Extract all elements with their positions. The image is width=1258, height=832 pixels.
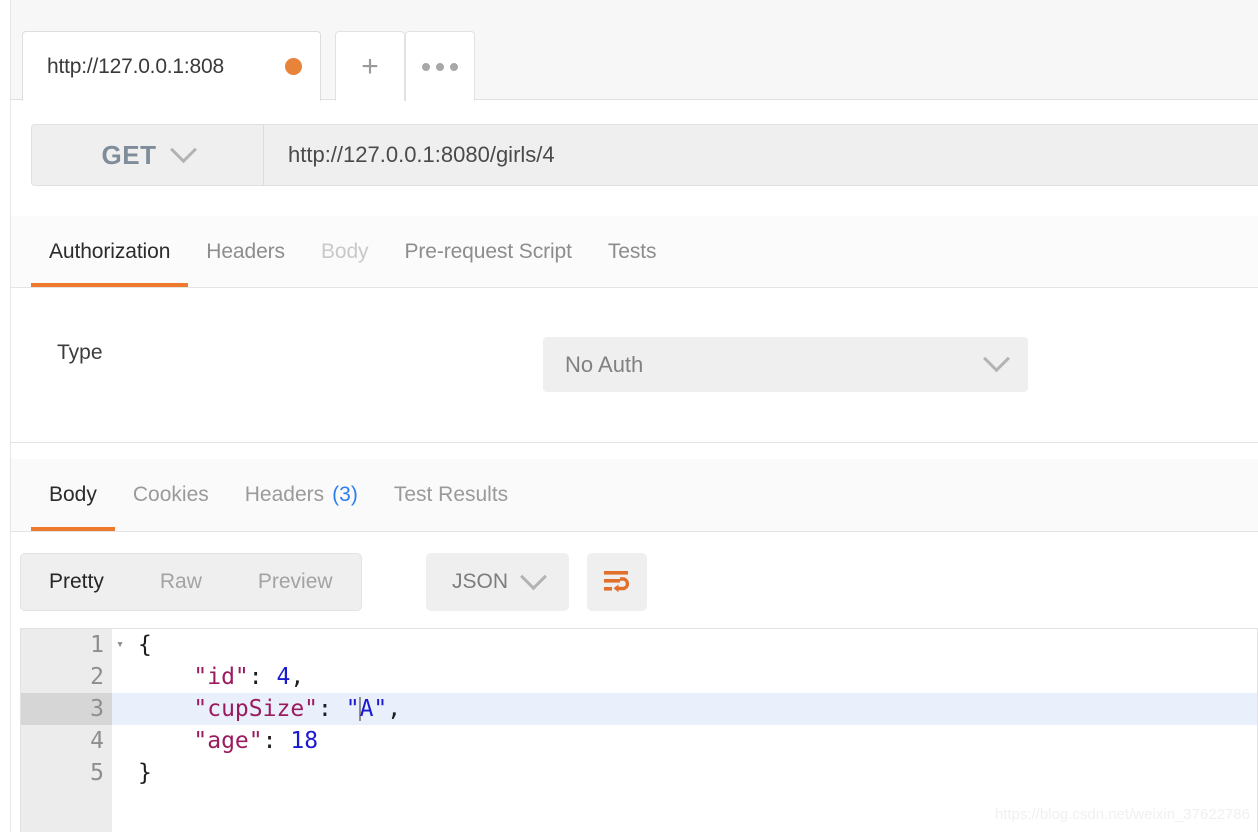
view-mode-pretty-label: Pretty bbox=[49, 570, 104, 593]
code-line: 4 "age": 18 bbox=[21, 725, 1257, 757]
tab-tests[interactable]: Tests bbox=[590, 216, 675, 287]
response-view-mode-group: Pretty Raw Preview bbox=[20, 553, 362, 611]
tab-body[interactable]: Body bbox=[303, 216, 386, 287]
unsaved-changes-dot bbox=[285, 58, 302, 75]
tab-tests-label: Tests bbox=[607, 239, 657, 263]
fold-toggle-icon[interactable]: ▾ bbox=[112, 629, 128, 661]
code-line: 5} bbox=[21, 757, 1257, 789]
plus-icon: + bbox=[361, 49, 379, 83]
line-number: 3 bbox=[21, 693, 112, 725]
response-tab-body[interactable]: Body bbox=[31, 459, 115, 531]
response-format-select[interactable]: JSON bbox=[426, 553, 569, 611]
response-section-tabs: Body Cookies Headers (3) Test Results bbox=[11, 459, 1258, 532]
chevron-down-icon bbox=[983, 345, 1010, 373]
response-body-viewer[interactable]: 1 ▾{2 "id": 4, 3 "cupSize": "A", 4 "age": 1… bbox=[20, 628, 1258, 832]
code-line-text: } bbox=[138, 760, 152, 786]
response-tab-cookies[interactable]: Cookies bbox=[115, 459, 227, 531]
response-toolbar: Pretty Raw Preview JSON bbox=[11, 532, 1258, 628]
response-tab-test-results[interactable]: Test Results bbox=[376, 459, 526, 531]
auth-type-select[interactable]: No Auth bbox=[543, 337, 1028, 392]
response-tab-headers-label: Headers bbox=[244, 483, 325, 506]
tab-authorization-label: Authorization bbox=[49, 239, 171, 263]
view-mode-preview[interactable]: Preview bbox=[230, 554, 361, 610]
request-section-tabs: Authorization Headers Body Pre-request S… bbox=[11, 216, 1258, 288]
response-body-code: 1 ▾{2 "id": 4, 3 "cupSize": "A", 4 "age": 1… bbox=[21, 629, 1257, 789]
sidebar-edge-strip bbox=[0, 0, 11, 832]
response-tab-body-label: Body bbox=[49, 483, 97, 506]
url-input[interactable]: http://127.0.0.1:8080/girls/4 bbox=[264, 125, 1258, 185]
code-line: 2 "id": 4, bbox=[21, 661, 1257, 693]
word-wrap-toggle[interactable] bbox=[587, 553, 647, 611]
view-mode-raw-label: Raw bbox=[159, 570, 202, 593]
response-format-value: JSON bbox=[451, 570, 508, 593]
chevron-down-icon bbox=[520, 562, 547, 590]
request-tab-label: http://127.0.0.1:808 bbox=[47, 54, 224, 78]
new-tab-button[interactable]: + bbox=[335, 31, 405, 101]
view-mode-pretty[interactable]: Pretty bbox=[21, 554, 132, 610]
view-mode-raw[interactable]: Raw bbox=[132, 554, 230, 610]
code-line: 1 ▾ { bbox=[21, 629, 1257, 661]
tab-pre-request-script-label: Pre-request Script bbox=[404, 239, 572, 263]
line-number: 1 bbox=[21, 629, 112, 661]
tab-options-button[interactable] bbox=[405, 31, 475, 101]
code-line-text: "age": 18 bbox=[193, 728, 319, 754]
response-tab-headers[interactable]: Headers (3) bbox=[227, 459, 376, 531]
code-line-text: "cupSize": "A", bbox=[193, 696, 402, 722]
authorization-panel: Type No Auth bbox=[11, 289, 1258, 443]
view-mode-preview-label: Preview bbox=[257, 570, 333, 593]
response-headers-count: (3) bbox=[332, 483, 358, 506]
request-tab-active[interactable]: http://127.0.0.1:808 bbox=[22, 31, 321, 101]
code-line-text: { bbox=[138, 632, 152, 658]
tab-pre-request-script[interactable]: Pre-request Script bbox=[386, 216, 589, 287]
code-line-text: "id": 4, bbox=[193, 664, 305, 690]
line-number: 4 bbox=[21, 725, 112, 757]
auth-type-value: No Auth bbox=[565, 351, 644, 377]
tab-authorization[interactable]: Authorization bbox=[31, 216, 189, 287]
chevron-down-icon bbox=[170, 135, 198, 163]
response-tab-cookies-label: Cookies bbox=[132, 483, 209, 506]
request-tab-bar: http://127.0.0.1:808 + bbox=[11, 0, 1258, 101]
tab-headers-label: Headers bbox=[206, 239, 285, 263]
watermark-text: https://blog.csdn.net/weixin_37622786 bbox=[994, 806, 1250, 823]
response-tab-test-results-label: Test Results bbox=[393, 483, 509, 506]
postman-app: http://127.0.0.1:808 + GET http://127.0.… bbox=[11, 0, 1258, 832]
tab-body-label: Body bbox=[320, 239, 369, 263]
line-number: 5 bbox=[21, 757, 112, 789]
tab-headers[interactable]: Headers bbox=[188, 216, 303, 287]
http-method-selector[interactable]: GET bbox=[32, 125, 264, 185]
request-url-bar: GET http://127.0.0.1:8080/girls/4 bbox=[31, 124, 1258, 186]
code-line: 3 "cupSize": "A", bbox=[21, 693, 1257, 725]
http-method-label: GET bbox=[101, 139, 157, 170]
line-number: 2 bbox=[21, 661, 112, 693]
word-wrap-icon bbox=[604, 571, 630, 593]
ellipsis-icon bbox=[422, 62, 458, 71]
auth-type-label: Type bbox=[57, 341, 103, 364]
